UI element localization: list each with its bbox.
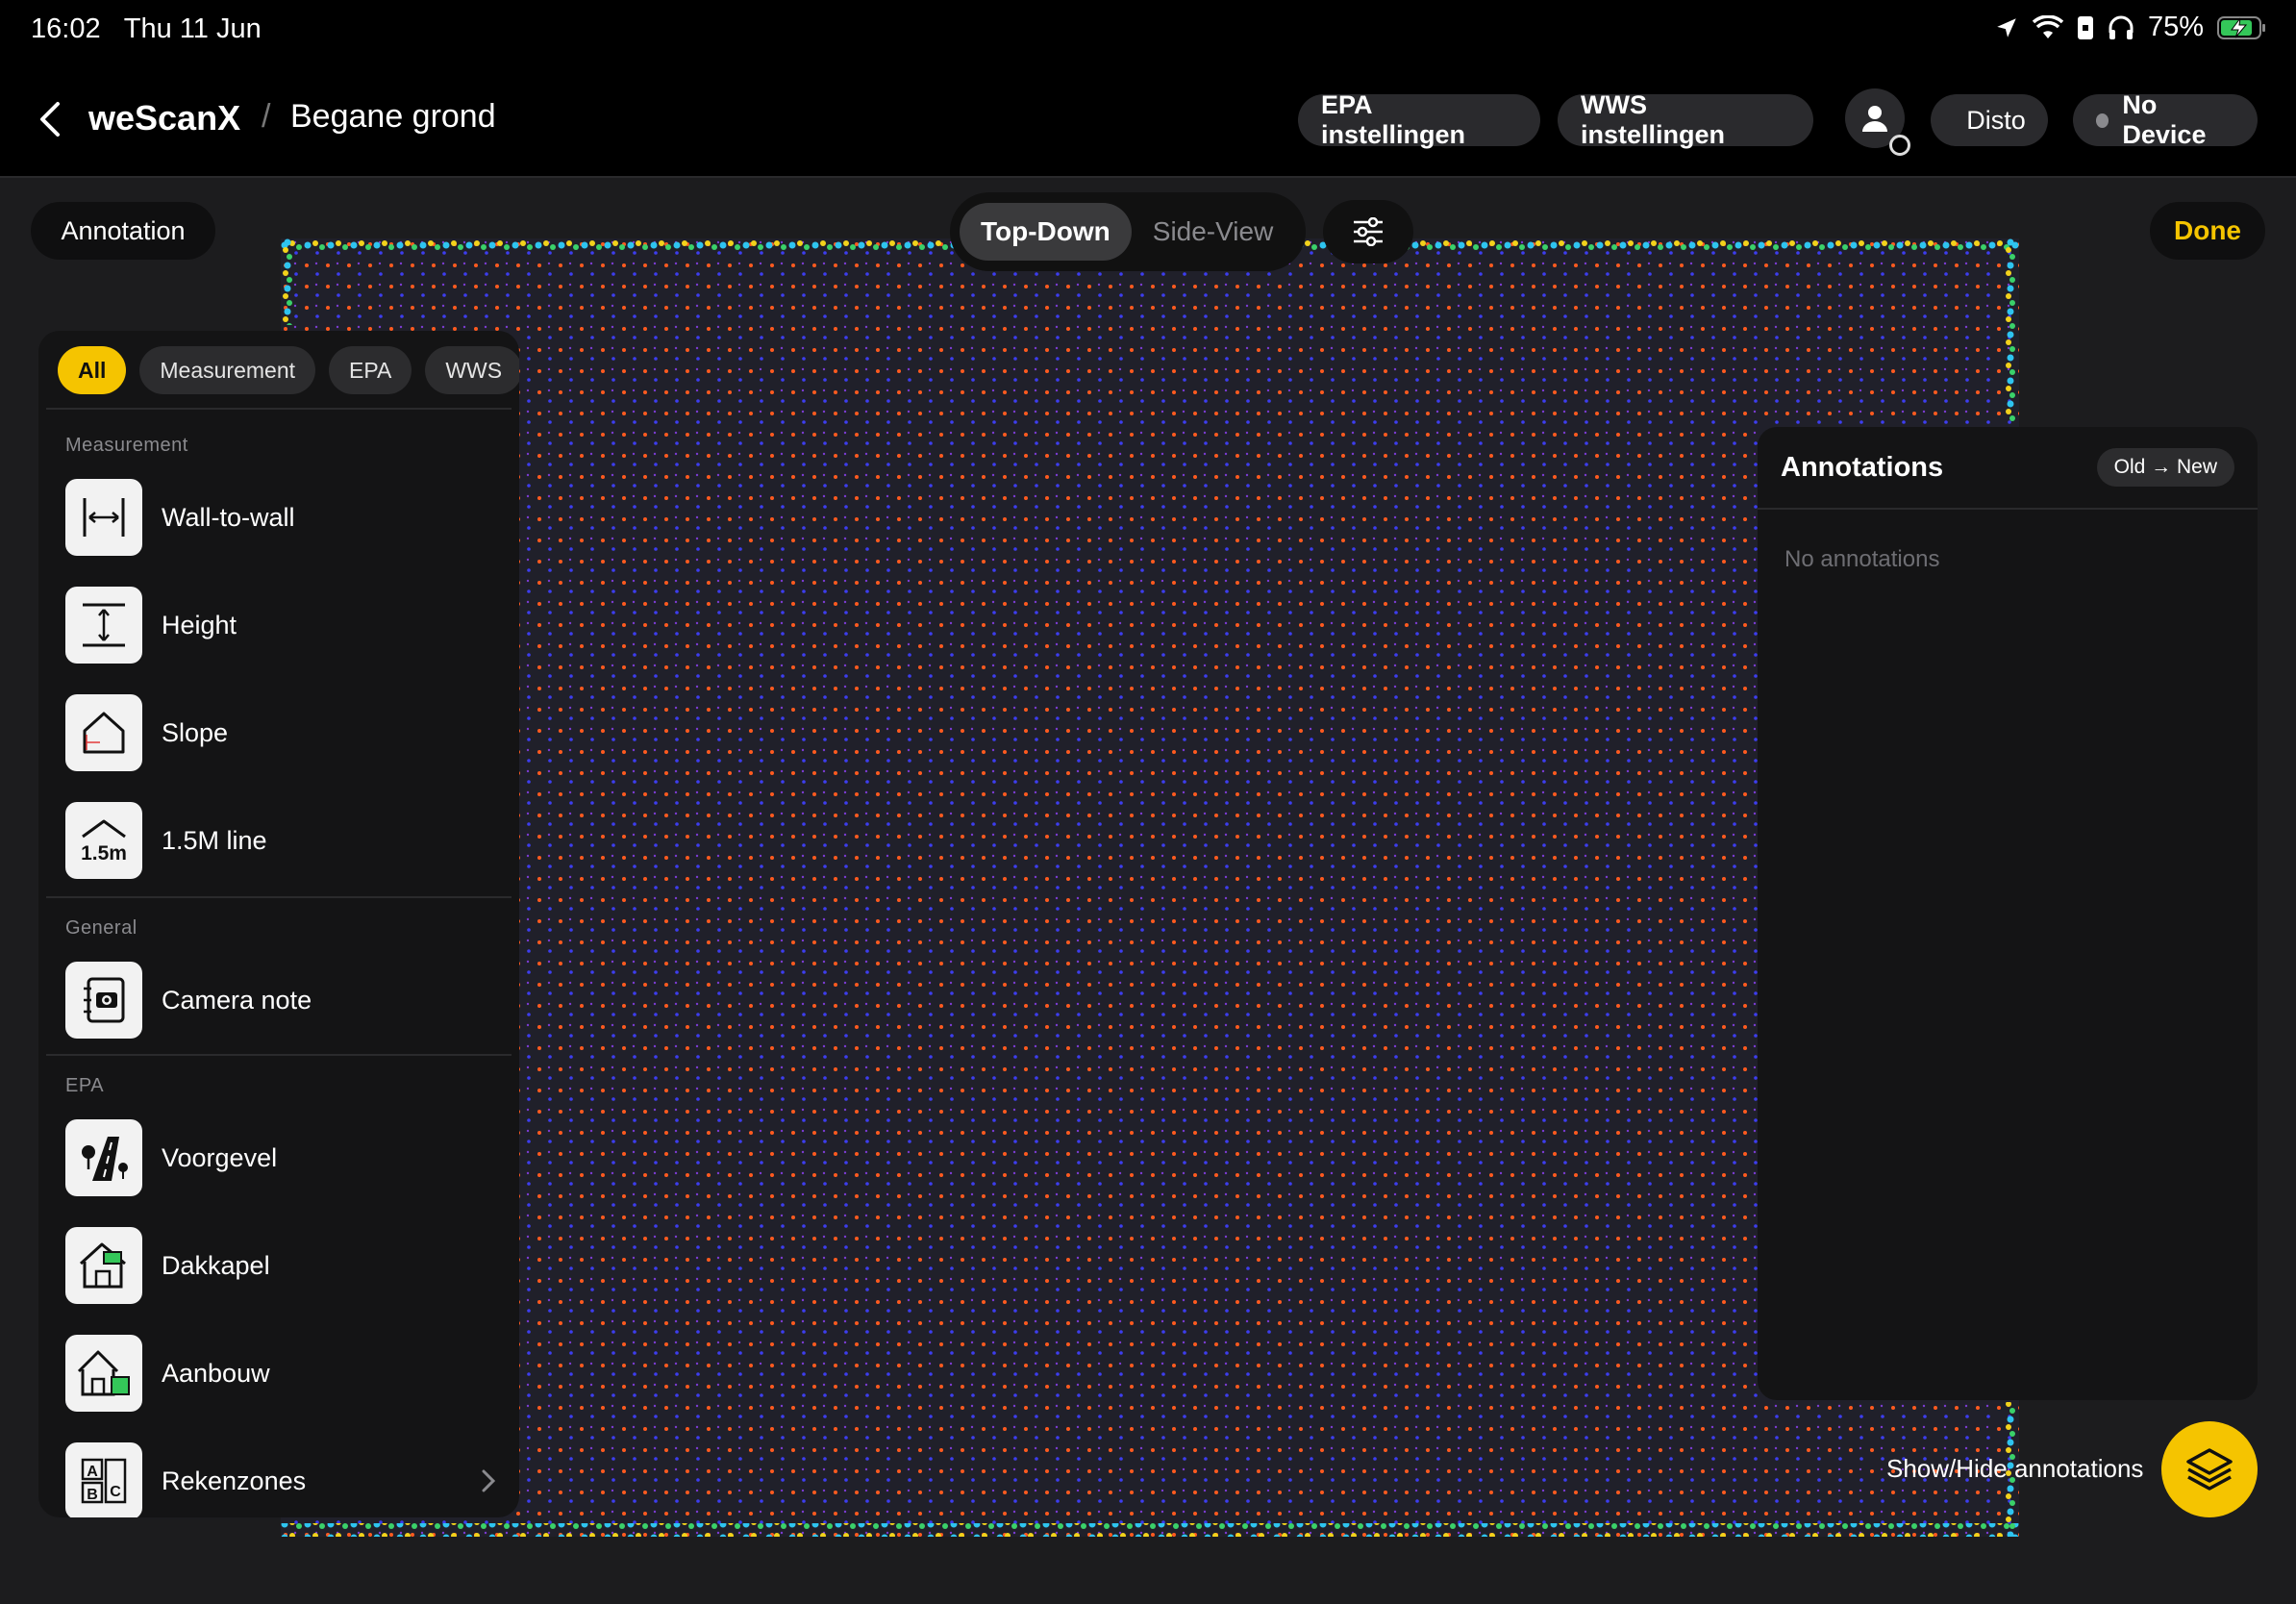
user-icon — [1862, 106, 1887, 132]
camera-note-icon — [65, 962, 142, 1039]
user-avatar-button[interactable] — [1845, 88, 1910, 156]
chevron-right-icon — [482, 1469, 496, 1492]
top-bar: 16:02 Thu 11 Jun 75% weScanX / Begane gr… — [0, 0, 2296, 178]
tool-dakkapel[interactable]: Dakkapel — [65, 1227, 498, 1304]
tool-label: Slope — [162, 717, 229, 747]
filter-epa[interactable]: EPA — [329, 346, 412, 394]
disto-button[interactable]: Disto — [1931, 94, 2048, 146]
section-label-epa: EPA — [65, 1075, 105, 1096]
tool-label: Height — [162, 610, 237, 639]
app-title: weScanX — [88, 98, 241, 138]
annotations-title: Annotations — [1781, 452, 1944, 483]
tool-label: Camera note — [162, 985, 312, 1015]
voorgevel-icon — [65, 1119, 142, 1196]
battery-percent: 75% — [2147, 12, 2204, 42]
divider — [1758, 508, 2258, 510]
annotations-panel: Annotations Old → New No annotations — [1758, 427, 2258, 1400]
icon-text: 1.5m — [81, 842, 127, 865]
status-icons: 75% — [1994, 12, 2267, 43]
disto-label: Disto — [1966, 105, 2026, 135]
sort-order-button[interactable]: Old → New — [2096, 448, 2234, 487]
zone-a-label: A — [87, 1464, 98, 1480]
tool-1-5m-line[interactable]: 1.5m 1.5M line — [65, 802, 498, 879]
tool-camera-note[interactable]: Camera note — [65, 962, 498, 1039]
done-button[interactable]: Done — [2150, 202, 2265, 260]
layers-icon — [2186, 1448, 2233, 1491]
status-dot-icon — [2096, 113, 2109, 128]
tool-panel: All Measurement EPA WWS Measurement Wall… — [38, 331, 519, 1517]
epa-settings-button[interactable]: EPA instellingen — [1298, 90, 1540, 149]
battery-charging-icon — [2217, 15, 2267, 40]
sliders-icon — [1354, 217, 1383, 246]
tab-top-down[interactable]: Top-Down — [960, 203, 1132, 261]
divider — [46, 1054, 512, 1056]
show-hide-annotations-label: Show/Hide annotations — [1886, 1454, 2144, 1483]
wifi-icon — [2032, 14, 2063, 40]
slope-icon — [65, 694, 142, 771]
tool-aanbouw[interactable]: Aanbouw — [65, 1335, 498, 1412]
section-label-measurement: Measurement — [65, 435, 188, 456]
headphones-icon — [2108, 15, 2134, 40]
chevron-left-icon — [40, 102, 60, 137]
tool-rekenzones[interactable]: A B C Rekenzones — [65, 1442, 498, 1517]
dakkapel-icon — [65, 1227, 142, 1304]
tool-label: Wall-to-wall — [162, 502, 295, 532]
tool-label: Voorgevel — [162, 1142, 278, 1172]
view-toggle: Top-Down Side-View — [950, 192, 1306, 271]
tool-label: Rekenzones — [162, 1466, 307, 1495]
status-time: 16:02 Thu 11 Jun — [31, 13, 262, 44]
location-icon — [1994, 15, 2019, 40]
filter-tabs: All Measurement EPA WWS — [58, 346, 519, 394]
tool-label: 1.5M line — [162, 825, 267, 855]
tool-label: Dakkapel — [162, 1250, 270, 1280]
section-label-general: General — [65, 917, 137, 939]
tool-voorgevel[interactable]: Voorgevel — [65, 1119, 498, 1196]
aanbouw-icon — [65, 1335, 142, 1412]
page-title[interactable]: Begane grond — [290, 98, 496, 136]
device-button[interactable]: No Device — [2073, 90, 2258, 149]
tool-wall-to-wall[interactable]: Wall-to-wall — [65, 479, 498, 556]
height-icon — [65, 587, 142, 664]
status-badge — [1889, 135, 1910, 156]
tool-slope[interactable]: Slope — [65, 694, 498, 771]
empty-state-text: No annotations — [1784, 546, 1940, 572]
wws-settings-button[interactable]: WWS instellingen — [1558, 90, 1813, 149]
breadcrumb-separator: / — [262, 98, 271, 135]
back-button[interactable] — [35, 100, 67, 138]
tool-height[interactable]: Height — [65, 587, 498, 664]
annotation-mode-chip[interactable]: Annotation — [31, 202, 215, 260]
tool-label: Aanbouw — [162, 1358, 270, 1388]
show-hide-annotations-button[interactable] — [2161, 1421, 2258, 1517]
tab-side-view[interactable]: Side-View — [1132, 203, 1295, 261]
divider — [46, 896, 512, 898]
rekenzones-icon: A B C — [65, 1442, 142, 1517]
wall-to-wall-icon — [65, 479, 142, 556]
view-settings-button[interactable] — [1323, 200, 1413, 263]
zone-b-label: B — [87, 1487, 98, 1503]
filter-measurement[interactable]: Measurement — [139, 346, 316, 394]
line-1-5m-icon: 1.5m — [65, 802, 142, 879]
divider — [46, 408, 512, 410]
filter-wws[interactable]: WWS — [425, 346, 519, 394]
lock-rotation-icon — [2077, 15, 2094, 40]
filter-all[interactable]: All — [58, 346, 127, 394]
device-label: No Device — [2122, 90, 2207, 149]
zone-c-label: C — [110, 1484, 121, 1500]
